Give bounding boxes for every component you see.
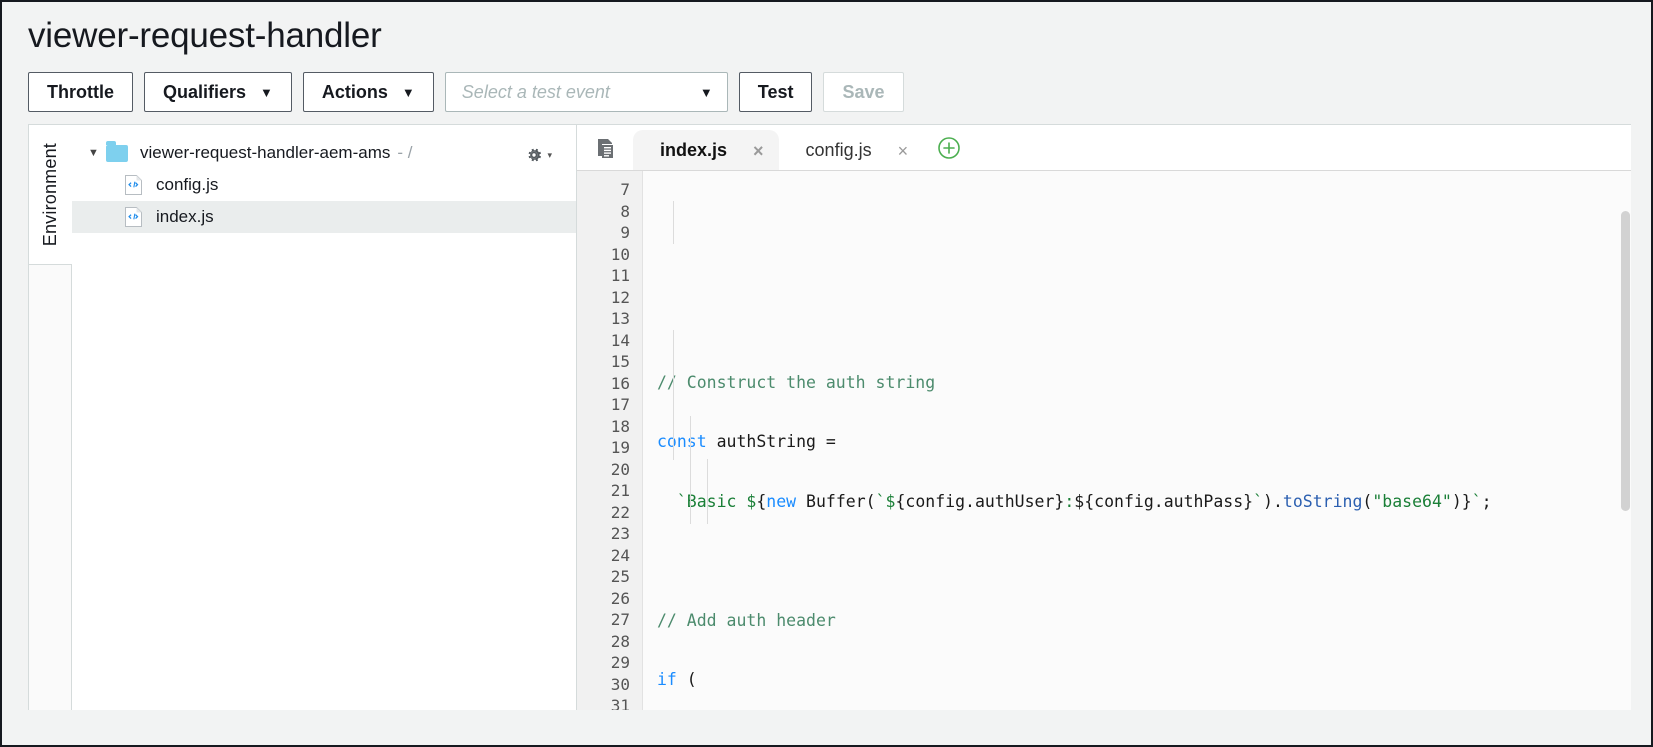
line-number: 12: [610, 287, 630, 307]
line-number: 20: [610, 459, 630, 479]
editor-tab-config-js[interactable]: config.js ×: [779, 130, 924, 170]
tree-row-root[interactable]: ▼ viewer-request-handler-aem-ams - / ▾: [72, 137, 576, 169]
code-line: if (: [657, 670, 697, 689]
tree-row-file-index[interactable]: index.js: [72, 201, 576, 233]
code-line: // Add auth header: [657, 610, 836, 630]
folder-icon: [106, 140, 128, 162]
editor-tab-label: config.js: [805, 140, 872, 160]
page-title: viewer-request-handler: [28, 16, 382, 55]
line-number: 23: [610, 524, 630, 543]
qualifiers-button[interactable]: Qualifiers ▼: [144, 72, 292, 112]
line-number: 27: [610, 610, 630, 629]
file-outline-icon[interactable]: [577, 125, 633, 170]
close-icon[interactable]: ×: [753, 142, 764, 160]
line-number: 22: [610, 502, 630, 522]
environment-tab[interactable]: Environment: [29, 125, 73, 265]
save-label: Save: [842, 81, 885, 102]
line-number: 8: [620, 201, 630, 221]
line-number-gutter: 7 8 9 10 11 12 13 14 15 16 17 18 19 20 2…: [577, 171, 643, 710]
tree-file-label: index.js: [156, 207, 214, 226]
line-number: 15: [610, 352, 630, 371]
chevron-down-icon[interactable]: ▼: [88, 147, 104, 159]
environment-rail: Environment: [28, 125, 73, 710]
tree-root-label: viewer-request-handler-aem-ams: [140, 143, 391, 162]
line-number: 29: [610, 653, 630, 672]
chevron-down-icon: ▼: [401, 84, 415, 100]
page-header: viewer-request-handler: [2, 2, 1651, 58]
line-number: 26: [610, 588, 630, 608]
line-number: 16: [610, 373, 630, 393]
throttle-label: Throttle: [47, 81, 114, 102]
line-number: 28: [610, 631, 630, 651]
toolbar: Throttle Qualifiers ▼ Actions ▼ Select a…: [2, 58, 1651, 112]
line-number: 9: [620, 223, 630, 242]
code-line: // Construct the auth string: [657, 372, 936, 392]
editor-body: Environment ▼ viewer-request-handler-aem…: [28, 124, 1631, 710]
test-event-placeholder: Select a test event: [461, 81, 610, 102]
test-button[interactable]: Test: [738, 72, 813, 112]
chevron-down-icon: ▼: [699, 84, 713, 100]
actions-button[interactable]: Actions ▼: [302, 72, 434, 112]
lambda-function-editor-window: viewer-request-handler Throttle Qualifie…: [0, 0, 1653, 747]
line-number: 18: [610, 416, 630, 436]
line-number: 19: [610, 438, 630, 457]
line-number: 30: [610, 674, 630, 694]
tree-row-file-config[interactable]: config.js: [72, 169, 576, 201]
code-content[interactable]: // Construct the auth string const authS…: [643, 171, 1631, 710]
line-number: 10: [610, 244, 630, 264]
test-label: Test: [757, 81, 794, 102]
editor-tab-index-js[interactable]: index.js ×: [633, 130, 779, 170]
line-number: 31: [610, 696, 630, 710]
code-line: const authString =: [657, 432, 836, 451]
throttle-button[interactable]: Throttle: [28, 72, 133, 112]
code-editor: index.js × config.js × 7 8 9 10 11 12 13…: [577, 125, 1631, 710]
gear-icon[interactable]: ▾: [524, 145, 552, 165]
editor-tabbar: index.js × config.js ×: [577, 125, 1631, 171]
tree-root-suffix: - /: [397, 143, 413, 162]
editor-scrollbar[interactable]: [1619, 171, 1631, 710]
environment-tab-label: Environment: [40, 142, 60, 247]
save-button[interactable]: Save: [823, 72, 904, 112]
line-number: 7: [620, 180, 630, 199]
chevron-down-icon[interactable]: ▾: [547, 150, 552, 161]
actions-label: Actions: [321, 81, 388, 102]
close-icon[interactable]: ×: [898, 142, 909, 160]
line-number: 17: [610, 395, 630, 414]
code-line: `Basic ${new Buffer(`${config.authUser}:…: [676, 491, 1492, 511]
editor-scrollbar-thumb[interactable]: [1621, 211, 1630, 511]
line-number: 11: [610, 266, 630, 285]
add-tab-icon[interactable]: [937, 136, 961, 160]
chevron-down-icon: ▼: [260, 84, 273, 100]
line-number: 14: [610, 330, 630, 350]
line-number: 25: [610, 567, 630, 586]
editor-tab-label: index.js: [660, 140, 728, 160]
line-number: 21: [610, 481, 630, 500]
line-number: 13: [610, 309, 630, 328]
qualifiers-label: Qualifiers: [163, 81, 247, 102]
code-area[interactable]: 7 8 9 10 11 12 13 14 15 16 17 18 19 20 2…: [577, 171, 1631, 710]
file-tree: ▼ viewer-request-handler-aem-ams - / ▾ c…: [72, 125, 577, 710]
test-event-select[interactable]: Select a test event ▼: [444, 72, 728, 112]
js-file-icon: [124, 206, 143, 228]
tree-file-label: config.js: [156, 175, 219, 194]
js-file-icon: [124, 174, 143, 196]
line-number: 24: [610, 545, 630, 565]
